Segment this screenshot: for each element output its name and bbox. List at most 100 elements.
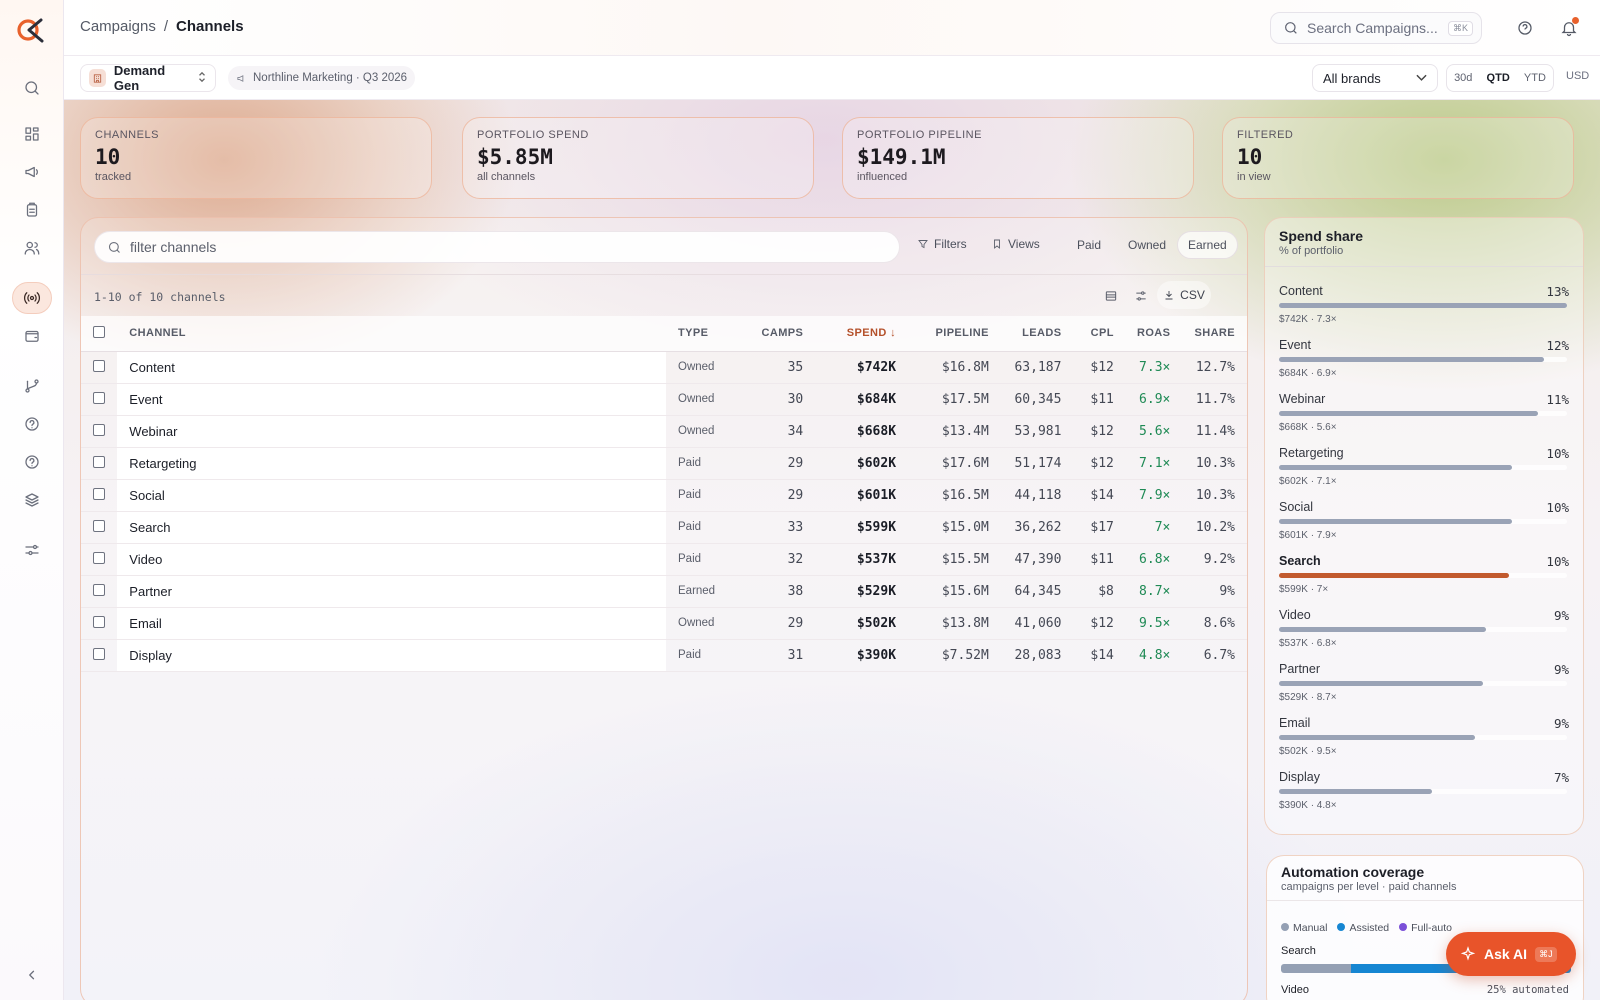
kpi-value: $149.1M [857, 145, 946, 169]
cell-roas: 5.6× [1125, 415, 1183, 448]
git-branch-icon[interactable] [12, 370, 52, 402]
filter-channels-input[interactable]: filter channels [94, 231, 900, 263]
spend-share-item[interactable]: Email 9% $502K · 9.5× [1279, 716, 1569, 770]
share-name: Display [1279, 770, 1320, 784]
kpi-label: FILTERED [1237, 129, 1294, 141]
range-ytd[interactable]: YTD [1524, 72, 1546, 84]
table-row[interactable]: Search Paid 33 $599K $15.0M 36,262 $17 7× 10.2% [81, 511, 1247, 544]
cell-spend: $390K [815, 639, 909, 672]
table-row[interactable]: Retargeting Paid 29 $602K $17.6M 51,174 $12 7.1… [81, 447, 1247, 480]
ask-ai-button[interactable]: Ask AI ⌘J [1446, 932, 1576, 976]
col-roas[interactable]: ROAS [1125, 316, 1183, 352]
table-row[interactable]: Email Owned 29 $502K $13.8M 41,060 $12 9.5× 8.6% [81, 607, 1247, 640]
col-pipeline[interactable]: PIPELINE [908, 316, 1001, 352]
share-percent: 10% [1546, 446, 1569, 461]
select-all-checkbox[interactable] [93, 325, 106, 338]
row-checkbox[interactable] [93, 583, 106, 596]
export-csv-button[interactable]: CSV [1157, 281, 1211, 309]
table-row[interactable]: Event Owned 30 $684K $17.5M 60,345 $11 6.9× 11.7… [81, 383, 1247, 416]
table-row[interactable]: Partner Earned 38 $529K $15.6M 64,345 $8 8.7× 9% [81, 575, 1247, 608]
help-circle-icon[interactable] [12, 408, 52, 440]
search-icon[interactable] [12, 72, 52, 104]
columns-settings-icon[interactable] [1130, 285, 1152, 307]
clipboard-icon[interactable] [12, 194, 52, 226]
kpi-filtered: FILTERED 10 in view [1222, 117, 1574, 199]
range-30d[interactable]: 30d [1454, 72, 1472, 84]
col-camps[interactable]: CAMPS [736, 316, 816, 352]
cell-channel: Retargeting [117, 447, 666, 480]
kpi-label: PORTFOLIO PIPELINE [857, 129, 982, 141]
table-row[interactable]: Webinar Owned 34 $668K $13.4M 53,981 $12 5.6× 11… [81, 415, 1247, 448]
dashboard-icon[interactable] [12, 118, 52, 150]
app-logo-icon[interactable] [17, 17, 47, 43]
spend-share-item[interactable]: Partner 9% $529K · 8.7× [1279, 662, 1569, 716]
cell-leads: 53,981 [1000, 415, 1074, 448]
spend-share-item[interactable]: Retargeting 10% $602K · 7.1× [1279, 446, 1569, 500]
left-rail [0, 0, 64, 1000]
filters-button[interactable]: Filters [917, 237, 967, 251]
col-spend[interactable]: SPEND ↓ [815, 316, 909, 352]
megaphone-icon[interactable] [12, 156, 52, 188]
table-row[interactable]: Video Paid 32 $537K $15.5M 47,390 $11 6.8× 9.2% [81, 543, 1247, 576]
bell-icon[interactable] [1558, 17, 1580, 39]
spend-share-divider [1265, 266, 1583, 267]
spend-share-item[interactable]: Video 9% $537K · 6.8× [1279, 608, 1569, 662]
views-button[interactable]: Views [991, 237, 1040, 251]
col-cpl[interactable]: CPL [1073, 316, 1126, 352]
table-row[interactable]: Content Owned 35 $742K $16.8M 63,187 $12 7.3× 12… [81, 351, 1247, 384]
cell-type: Owned [666, 351, 737, 384]
cell-roas: 7.3× [1125, 351, 1183, 384]
question-icon[interactable] [12, 446, 52, 478]
segment-earned[interactable]: Earned [1177, 231, 1238, 259]
share-fill [1279, 627, 1487, 632]
cell-pipeline: $17.5M [908, 383, 1001, 416]
col-type[interactable]: TYPE [666, 316, 737, 352]
broadcast-icon[interactable] [12, 282, 52, 314]
spend-share-item[interactable]: Social 10% $601K · 7.9× [1279, 500, 1569, 554]
spend-share-item[interactable]: Event 12% $684K · 6.9× [1279, 338, 1569, 392]
breadcrumb-parent[interactable]: Campaigns [80, 18, 156, 35]
share-percent: 13% [1546, 284, 1569, 299]
col-channel[interactable]: CHANNEL [117, 316, 666, 352]
row-checkbox[interactable] [93, 391, 106, 404]
cell-roas: 6.9× [1125, 383, 1183, 416]
spend-share-item[interactable]: Display 7% $390K · 4.8× [1279, 770, 1569, 824]
kpi-label: PORTFOLIO SPEND [477, 129, 589, 141]
col-leads[interactable]: LEADS [1000, 316, 1074, 352]
cell-spend: $668K [815, 415, 909, 448]
row-checkbox[interactable] [93, 647, 106, 660]
col-share[interactable]: SHARE [1182, 316, 1247, 352]
range-qtd[interactable]: QTD [1487, 72, 1510, 84]
row-checkbox[interactable] [93, 551, 106, 564]
segment-paid[interactable]: Paid [1067, 231, 1111, 259]
brand-select[interactable]: All brands [1312, 64, 1438, 92]
layers-icon[interactable] [12, 484, 52, 516]
global-search-input[interactable]: Search Campaigns... ⌘K [1270, 12, 1482, 44]
help-icon[interactable] [1514, 17, 1536, 39]
row-checkbox[interactable] [93, 615, 106, 628]
currency-label[interactable]: USD [1566, 70, 1589, 82]
users-icon[interactable] [12, 232, 52, 264]
density-icon[interactable] [1100, 285, 1122, 307]
row-checkbox[interactable] [93, 455, 106, 468]
workspace-select[interactable]: Demand Gen [80, 63, 216, 93]
table-row[interactable]: Display Paid 31 $390K $7.52M 28,083 $14 4.8× 6.7… [81, 639, 1247, 672]
row-checkbox[interactable] [93, 519, 106, 532]
spend-share-item[interactable]: Search 10% $599K · 7× [1279, 554, 1569, 608]
sliders-icon[interactable] [12, 534, 52, 566]
share-percent: 12% [1546, 338, 1569, 353]
channels-table-panel: filter channels Filters Views Paid Owned… [80, 217, 1248, 1000]
segment-owned[interactable]: Owned [1118, 231, 1176, 259]
row-checkbox[interactable] [93, 423, 106, 436]
table-row[interactable]: Social Paid 29 $601K $16.5M 44,118 $14 7.9× 10.3… [81, 479, 1247, 512]
row-select-cell [81, 351, 118, 384]
spend-share-item[interactable]: Content 13% $742K · 7.3× [1279, 284, 1569, 338]
ask-ai-shortcut: ⌘J [1535, 946, 1557, 962]
row-checkbox[interactable] [93, 359, 106, 372]
wallet-icon[interactable] [12, 320, 52, 352]
collapse-chevron-icon[interactable] [12, 959, 52, 991]
spend-share-item[interactable]: Webinar 11% $668K · 5.6× [1279, 392, 1569, 446]
row-checkbox[interactable] [93, 487, 106, 500]
legend-manual: Manual [1281, 922, 1327, 934]
row-select-cell [81, 575, 118, 608]
